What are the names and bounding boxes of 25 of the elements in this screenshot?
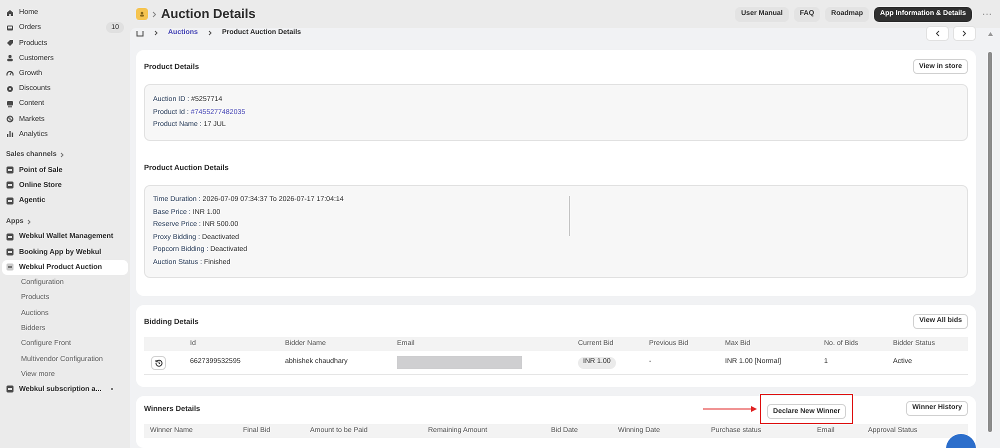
tag-icon (6, 38, 14, 47)
tray-icon (6, 24, 14, 32)
chevron-right-icon (962, 30, 967, 37)
chevron-icon (60, 152, 64, 158)
arrow-annotation (703, 406, 758, 412)
chevron-left-icon (935, 30, 940, 37)
chevron-icon (208, 30, 212, 36)
gauge-icon (6, 69, 14, 78)
badge-icon (6, 84, 14, 93)
person-icon (6, 54, 14, 62)
chevron-icon (154, 30, 158, 36)
page-title: Auction Details (161, 5, 256, 24)
more-button[interactable]: ··· (982, 6, 992, 22)
chevron-icon (152, 10, 157, 18)
next-button[interactable] (953, 26, 976, 41)
app-icon (6, 385, 14, 394)
globe-icon (6, 114, 14, 123)
history-icon (154, 358, 162, 366)
monitor-icon (6, 100, 14, 108)
bar-chart-icon (6, 130, 14, 138)
app-icon (136, 8, 148, 20)
history-button[interactable] (151, 356, 166, 370)
chevron-icon (26, 218, 30, 225)
previous-button[interactable] (926, 26, 949, 41)
scroll-up-icon[interactable] (988, 32, 992, 36)
